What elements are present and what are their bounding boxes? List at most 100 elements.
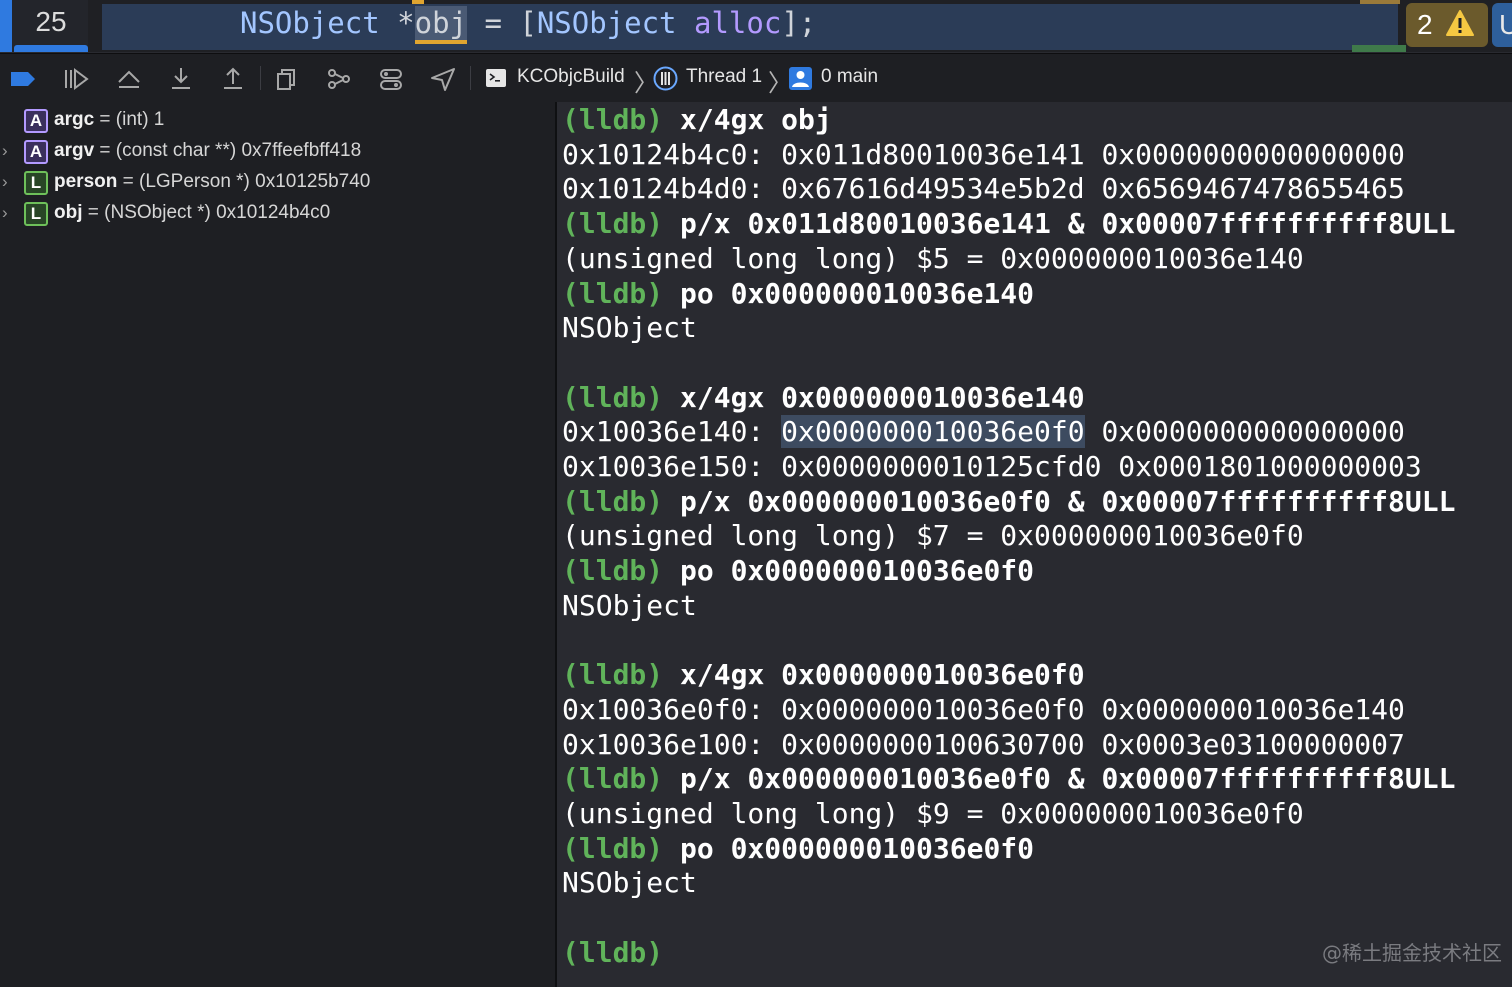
console-command: p/x 0x000000010036e0f0 & 0x00007ffffffff… [680,484,1456,518]
console-output-line: 0x10036e100: 0x0000000100630700 0x0003e0… [562,727,1405,761]
step-over-icon[interactable] [116,66,142,92]
console-command-line: (lldb) po 0x000000010036e140 [562,277,1034,311]
console-command-line: (lldb) po 0x000000010036e0f0 [562,832,1034,866]
console-command-line: (lldb) x/4gx obj [562,103,832,137]
local-badge: L [24,202,48,226]
variable-name: obj [54,202,83,223]
code-receiver: NSObject [536,6,677,40]
memory-graph-icon[interactable] [326,66,352,92]
lldb-prompt: (lldb) [562,554,664,588]
console-output-line: NSObject [562,866,697,900]
code-type: NSObject [240,6,380,40]
source-editor[interactable]: 25 NSObject *obj = [NSObject alloc]; 2 U [0,0,1512,52]
console-command: po 0x000000010036e0f0 [680,831,1035,865]
code-pointer: * [379,6,415,40]
console-command-line: (lldb) po 0x000000010036e0f0 [562,554,1034,588]
thread-icon [653,66,678,91]
console-output-prefix: 0x10036e140: [562,415,782,449]
variable-row[interactable]: › L person = (LGPerson *) 0x10125b740 [0,168,555,198]
console-output-line: (unsigned long long) $9 = 0x000000010036… [562,797,1304,830]
breadcrumb-frame[interactable]: 0 main [821,66,878,88]
console-output-line: 0x10124b4d0: 0x67616d49534e5b2d 0x656946… [562,172,1405,206]
issue-badge-label: U [1499,9,1512,40]
toolbar-separator [260,66,261,90]
toolbar-separator [470,66,471,90]
console-output-line: 0x10036e0f0: 0x000000010036e0f0 0x000000… [562,692,1405,726]
console-command-line: (lldb) p/x 0x000000010036e0f0 & 0x00007f… [562,762,1455,796]
user-frame-icon [789,67,812,90]
variables-view: A argc = (int) 1 › A argv = (const char … [0,102,555,987]
code-assign: = [ [467,6,537,40]
step-into-icon[interactable] [168,66,194,92]
variable-row[interactable]: › L obj = (NSObject *) 0x10124b4c0 [0,199,555,229]
lldb-console[interactable]: (lldb) x/4gx obj 0x10124b4c0: 0x011d80010… [557,102,1512,987]
console-command-line: (lldb) x/4gx 0x000000010036e0f0 [562,658,1085,692]
minimap-marker-green [1352,45,1406,52]
lldb-prompt: (lldb) [562,484,664,518]
console-prompt-line: (lldb) [562,936,663,970]
console-output-line: (unsigned long long) $7 = 0x000000010036… [562,519,1304,553]
variable-value: = (int) 1 [94,109,165,130]
console-command-line: (lldb) p/x 0x011d80010036e141 & 0x00007f… [562,207,1455,241]
environment-overrides-icon[interactable] [378,66,404,92]
code-variable-selected[interactable]: obj [414,6,467,44]
console-output-line: 0x10036e140: 0x000000010036e0f0 0x000000… [562,415,1405,449]
step-out-icon[interactable] [220,66,246,92]
console-command-line: (lldb) p/x 0x000000010036e0f0 & 0x00007f… [562,485,1455,519]
lldb-prompt: (lldb) [562,658,664,692]
console-output-suffix: 0x0000000000000000 [1084,415,1405,449]
lldb-prompt: (lldb) [562,276,664,310]
variable-text: argv = (const char **) 0x7ffeefbff418 [54,140,361,162]
code-method: alloc [694,6,782,40]
warning-icon [1446,10,1474,36]
variable-text: obj = (NSObject *) 0x10124b4c0 [54,202,330,224]
console-output-line: NSObject [562,588,697,622]
variable-value: = (const char **) 0x7ffeefbff418 [94,140,362,161]
console-command: x/4gx obj [680,103,832,136]
view-hierarchy-icon[interactable] [274,66,300,92]
local-badge: L [24,171,48,195]
warning-count: 2 [1417,9,1433,40]
breadcrumb-thread[interactable]: Thread 1 [686,66,762,88]
variable-value: = (LGPerson *) 0x10125b740 [117,171,371,192]
variable-text: person = (LGPerson *) 0x10125b740 [54,171,370,193]
console-command: po 0x000000010036e140 [680,276,1035,310]
disclosure-chevron-icon[interactable]: › [2,203,8,223]
console-output-line: (unsigned long long) $5 = 0x000000010036… [562,241,1304,275]
lldb-prompt: (lldb) [562,762,664,796]
current-line-indicator [0,0,12,52]
minimap-marker [1360,0,1400,4]
console-output-selection[interactable]: 0x000000010036e0f0 [781,415,1085,449]
console-output-line: 0x10124b4c0: 0x011d80010036e141 0x000000… [562,137,1405,171]
argument-badge: A [24,140,48,164]
variable-row[interactable]: A argc = (int) 1 [0,106,555,136]
code-line[interactable]: NSObject *obj = [NSObject alloc]; [240,6,816,44]
variable-value: = (NSObject *) 0x10124b4c0 [82,202,331,223]
disclosure-chevron-icon[interactable]: › [2,172,8,192]
line-number: 25 [35,6,67,37]
breakpoints-toggle-icon[interactable] [10,66,36,92]
console-output-line: NSObject [562,311,697,345]
terminal-icon [486,69,506,87]
debug-bar: KCObjcBuild 〉 Thread 1 〉 0 main [0,53,1512,103]
lldb-prompt: (lldb) [562,103,664,136]
disclosure-chevron-icon[interactable]: › [2,141,8,161]
console-command: x/4gx 0x000000010036e140 [680,380,1085,414]
code-variable: obj [414,6,467,44]
variable-name: person [54,171,118,192]
console-output-line: 0x10036e150: 0x0000000010125cfd0 0x00018… [562,450,1422,483]
variable-row[interactable]: › A argv = (const char **) 0x7ffeefbff41… [0,137,555,167]
console-command: po 0x000000010036e0f0 [680,554,1035,588]
watermark: @稀土掘金技术社区 [1322,941,1502,965]
console-command-line: (lldb) x/4gx 0x000000010036e140 [562,381,1085,415]
lldb-prompt: (lldb) [562,380,664,414]
cursor-marker [412,0,424,4]
variable-text: argc = (int) 1 [54,109,164,131]
simulate-location-icon[interactable] [430,66,456,92]
continue-icon[interactable] [63,66,89,92]
console-command: p/x 0x000000010036e0f0 & 0x00007ffffffff… [680,762,1456,796]
breadcrumb-target[interactable]: KCObjcBuild [517,66,625,88]
variable-name: argc [54,109,95,130]
breakpoint-marker[interactable] [14,45,88,52]
